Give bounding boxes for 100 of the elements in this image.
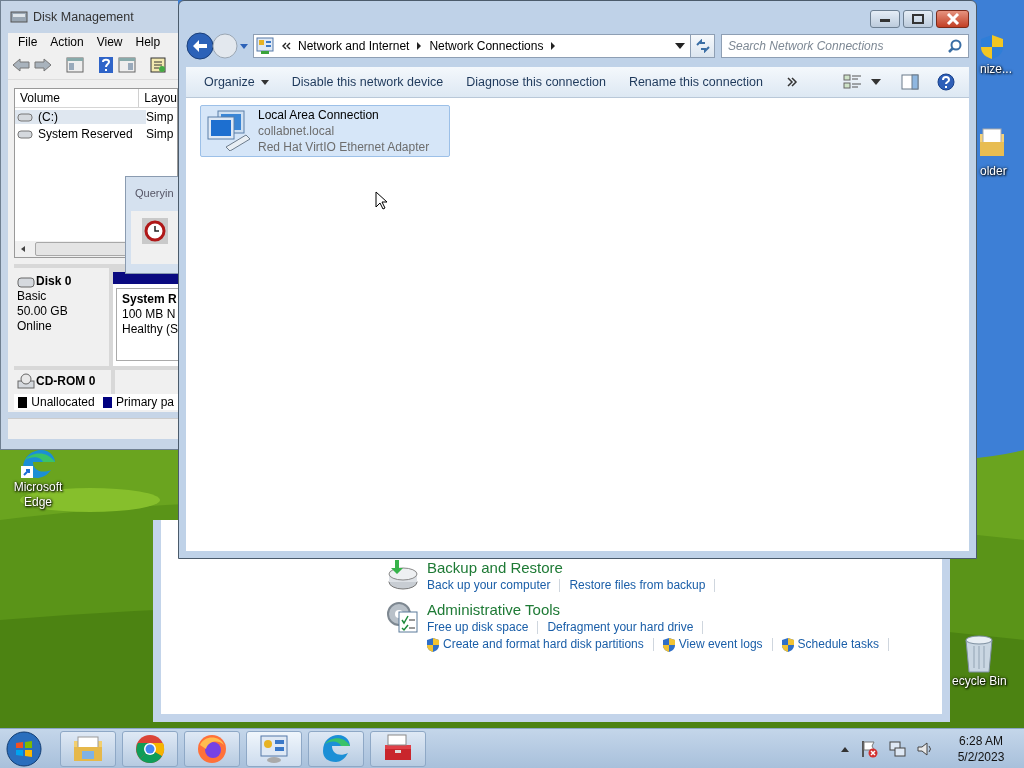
command-button[interactable]: Diagnose this connection [458,69,621,95]
arrow-right-icon[interactable] [416,42,423,50]
toolbox-taskbar-button[interactable] [370,730,426,767]
table-cell: Simp [146,126,174,141]
minimize-button[interactable] [870,10,900,28]
menu-item[interactable]: Action [40,35,87,49]
task-link[interactable]: Schedule tasks [797,636,879,653]
maximize-icon[interactable] [912,14,924,24]
menu-item[interactable]: Help [125,35,164,49]
help-icon[interactable] [937,73,955,91]
task-link[interactable]: Free up disk space [427,619,529,636]
control-panel-icon [256,37,274,55]
dialog-title: Queryin [135,187,175,199]
view-options-icon[interactable] [843,73,863,91]
volume-icon[interactable] [916,739,934,758]
disk-management-icon [10,9,28,25]
preview-pane-icon[interactable] [901,74,919,90]
action-center-flag-icon[interactable] [860,739,878,758]
drive-icon [17,128,33,139]
network-computers-icon [204,107,252,151]
control-panel-taskbar-button[interactable] [246,730,302,767]
shield-icon[interactable] [980,34,1004,60]
command-button[interactable]: Disable this network device [283,69,459,95]
table-cell: Simp [146,109,174,124]
dropdown-arrow-icon[interactable] [675,43,685,49]
edge-icon[interactable] [320,732,352,765]
list-entry[interactable]: (C:) [15,109,146,124]
back-button-icon[interactable] [186,32,214,60]
task-link[interactable]: Defragment your hard drive [547,619,694,636]
column-header[interactable]: Volume [15,89,140,107]
connection-tile[interactable]: Local Area Connection collabnet.local Red Hat VirtIO Ethernet Adapter [200,105,450,157]
firefox-icon[interactable] [196,732,228,765]
edge-icon[interactable] [19,448,57,480]
icon-label[interactable]: older [980,164,1007,179]
section-title-link[interactable]: Backup and Restore [427,558,719,577]
legend-label: Unallocated [31,395,95,409]
adapter-name: Red Hat VirtIO Ethernet Adapter [258,139,430,155]
column-header[interactable]: Layou [139,89,177,107]
connection-name: Local Area Connection [258,107,380,123]
mouse-pointer-icon [375,191,387,210]
task-link[interactable]: View event logs [678,636,763,653]
window-title: Disk Management [33,10,134,24]
refresh-button[interactable] [691,34,715,58]
start-button-icon[interactable] [6,730,42,767]
disk-detail: Basic [17,289,48,304]
task-link[interactable]: Back up your computer [427,577,551,594]
list-entry[interactable]: System Reserved [15,126,146,141]
file-explorer-taskbar-button[interactable] [60,730,116,767]
more-chevron-icon[interactable] [786,77,798,87]
cd-drive-icon [17,373,35,389]
breadcrumb-item[interactable]: Network Connections [429,39,544,53]
network-name: collabnet.local [258,123,336,139]
edge-taskbar-button[interactable] [308,730,364,767]
gear-checklist-icon [385,600,419,634]
task-link[interactable]: Create and format hard disk partitions [443,636,644,653]
forward-arrow-icon[interactable] [34,58,52,72]
arrow-right-icon[interactable] [550,42,557,50]
chrome-icon[interactable] [134,732,166,765]
menu-item[interactable]: View [86,35,126,49]
properties-icon[interactable] [150,57,166,73]
backup-drive-icon [385,558,419,592]
disk-detail: 50.00 GB [17,304,69,319]
disk-area [115,370,178,394]
icon-label[interactable]: ecycle Bin [952,674,1007,689]
icon-label[interactable]: nize... [980,62,1012,77]
command-button[interactable]: Rename this connection [620,69,778,95]
task-link[interactable]: Restore files from backup [569,577,706,594]
menu-item[interactable]: File [8,35,41,49]
partition-detail: Healthy (S [121,322,178,337]
legend-label: Primary pa [115,395,174,409]
breadcrumb-item[interactable]: Network and Internet [298,39,410,53]
partition-name: System R [121,292,178,307]
clock-time: 6:28 AM [958,732,1004,749]
dropdown-arrow-icon[interactable] [871,79,881,85]
chrome-taskbar-button[interactable] [122,730,178,767]
address-bar[interactable]: Network and Internet Network Connections [253,34,691,58]
network-icon[interactable] [888,739,906,758]
maximize-button[interactable] [903,10,933,28]
dropdown-arrow-icon[interactable] [260,79,269,85]
drive-icon [17,111,33,122]
back-arrow-icon[interactable] [12,58,30,72]
refresh-icon[interactable] [694,39,711,53]
section-title-link[interactable]: Administrative Tools [427,600,892,619]
control-panel-icon[interactable] [258,732,290,765]
close-button[interactable] [936,10,969,28]
search-icon[interactable] [948,39,962,53]
firefox-taskbar-button[interactable] [184,730,240,767]
partition-detail: 100 MB N [121,307,177,322]
clock[interactable]: 6:28 AM 5/2/2023 [950,732,1012,765]
folder-icon[interactable] [980,128,1004,156]
close-icon[interactable] [945,13,960,25]
help-icon[interactable] [98,56,114,74]
drive-name: System Reserved [37,126,134,141]
disk-label: Disk 0 [36,274,72,289]
minimize-icon[interactable] [879,16,891,22]
history-dropdown-icon[interactable] [239,42,249,50]
search-field[interactable]: Search Network Connections [721,34,969,58]
drive-icon [17,275,35,288]
scroll-left-icon [19,245,27,253]
command-button[interactable]: Organize [196,69,284,95]
